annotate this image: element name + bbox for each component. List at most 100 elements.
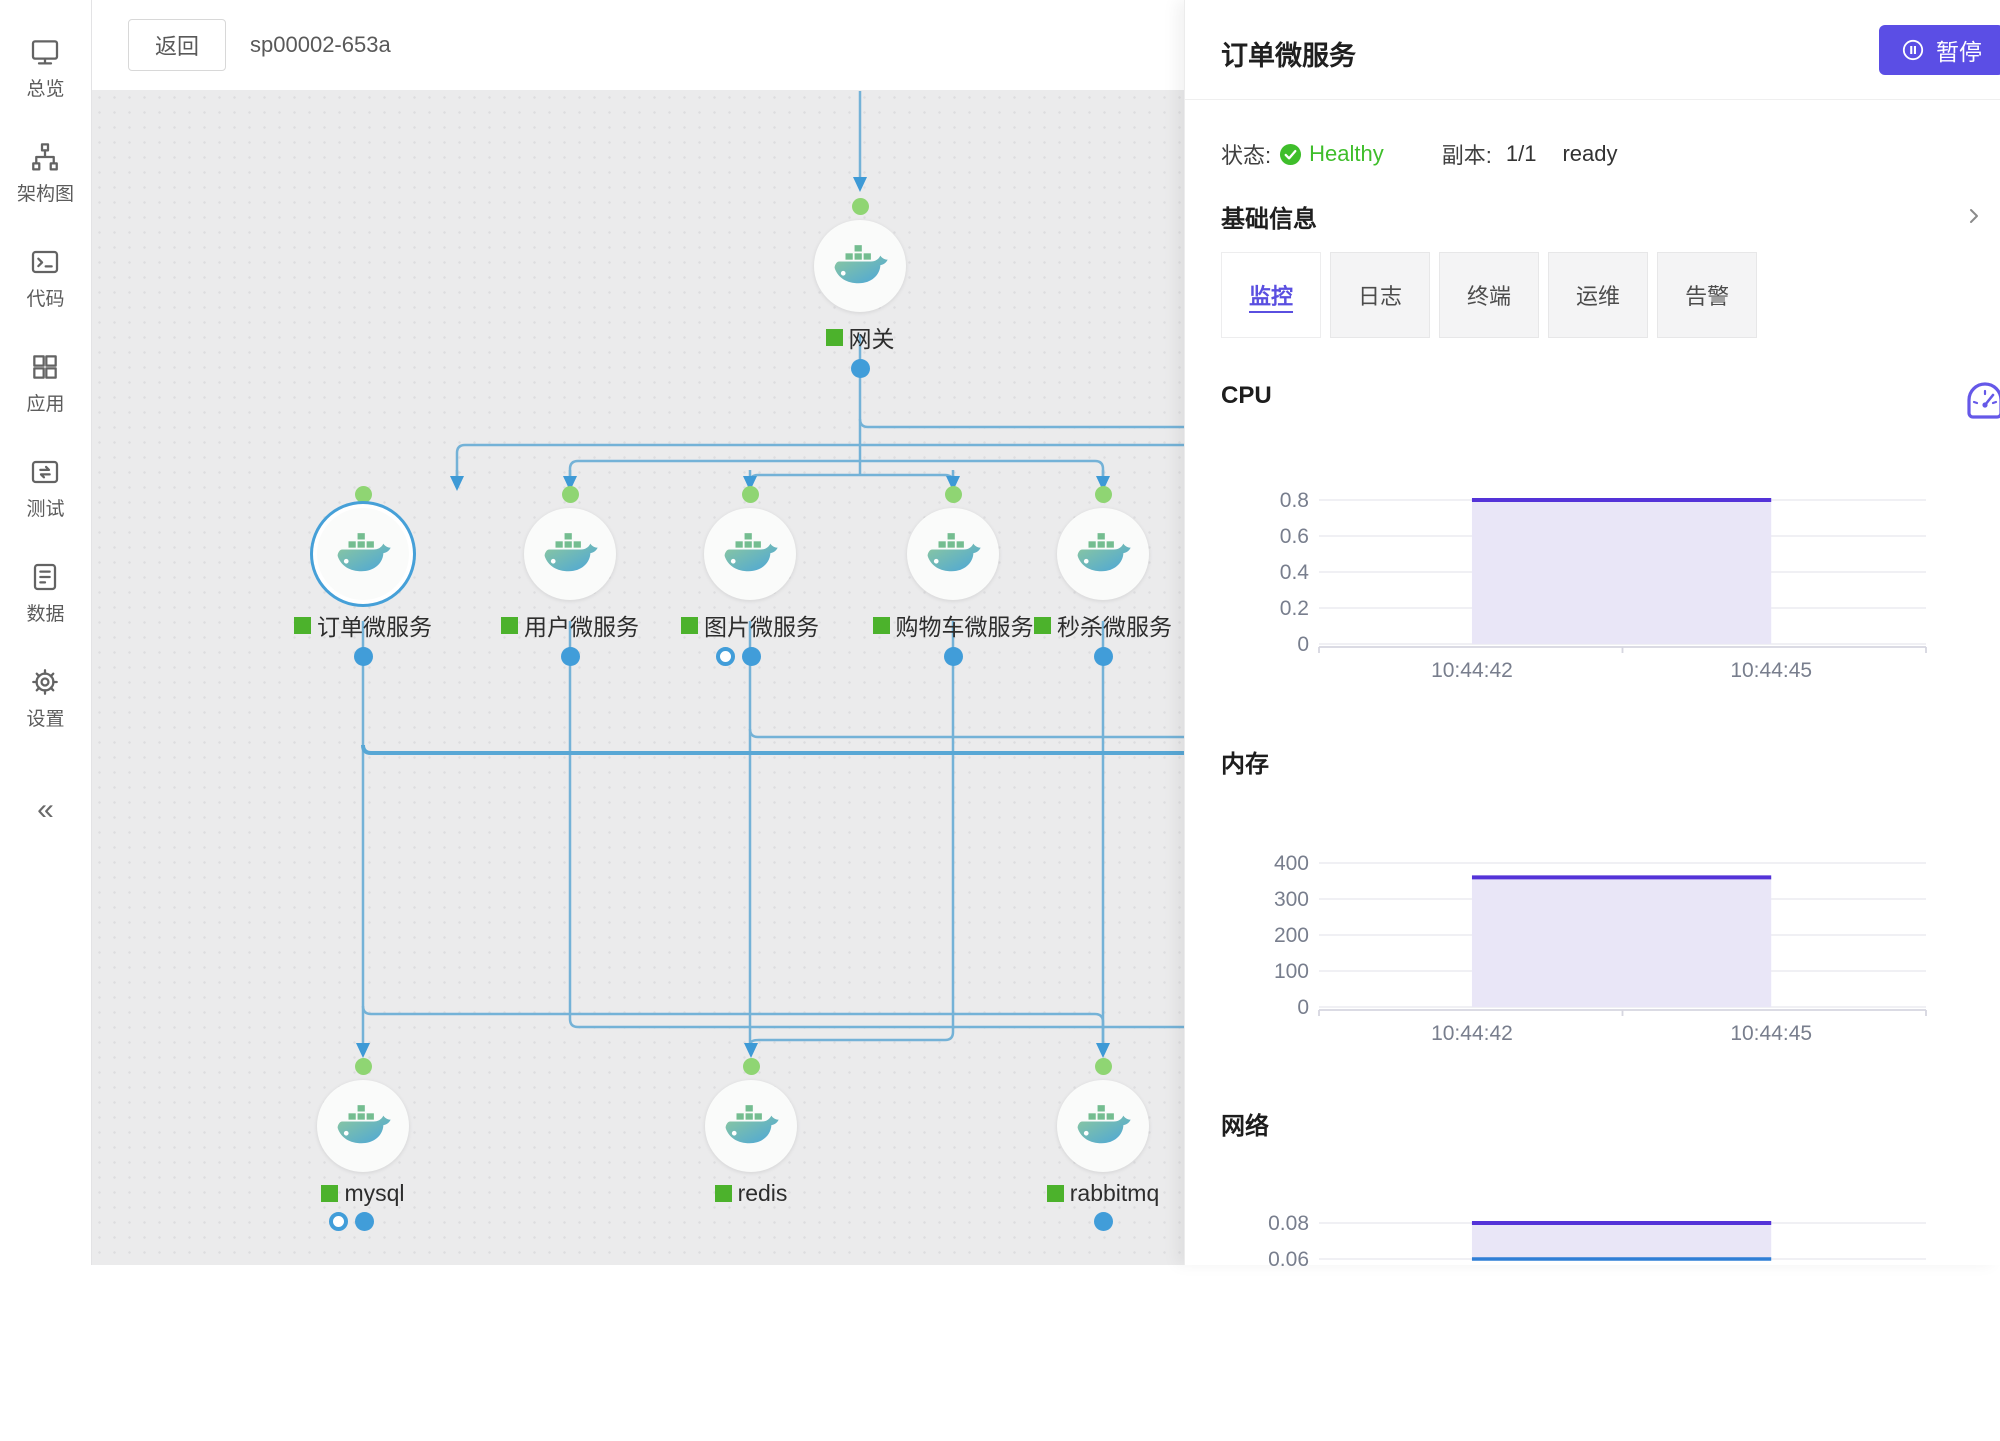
svg-text:0.08: 0.08 [1268,1212,1309,1235]
chart-1: 010020030040010:44:4210:44:45 [1221,831,1981,1081]
input-port[interactable] [852,198,869,215]
svg-text:0.6: 0.6 [1280,525,1309,548]
svg-text:10:44:42: 10:44:42 [1431,1022,1513,1045]
sidebar-item-settings[interactable]: 设置 [17,666,74,731]
output-port[interactable] [944,647,963,666]
output-port[interactable] [354,647,373,666]
input-port[interactable] [355,486,372,503]
input-port[interactable] [743,1058,760,1075]
node-ports [851,359,870,378]
status-square-icon [294,617,311,634]
diagram-node-image[interactable]: 图片微服务 [655,486,845,666]
breadcrumb: sp00002-653a [250,32,391,58]
hollow-port[interactable] [716,647,735,666]
diagram-node-order[interactable]: 订单微服务 [268,486,458,666]
container-circle[interactable] [317,1080,409,1172]
node-label: 网关 [826,320,895,354]
diagram-node-redis[interactable]: redis [656,1058,846,1212]
sidebar-item-architecture[interactable]: 架构图 [17,141,74,206]
output-port[interactable] [742,647,761,666]
svg-text:400: 400 [1274,852,1309,875]
container-circle[interactable] [814,220,906,312]
node-ports [944,647,963,666]
svg-text:0.2: 0.2 [1280,597,1309,620]
input-port[interactable] [562,486,579,503]
svg-text:200: 200 [1274,924,1309,947]
sidebar-item-apps[interactable]: 应用 [17,351,74,416]
svg-text:0: 0 [1297,996,1309,1019]
docker-whale-icon [1074,1103,1132,1149]
node-label: redis [715,1180,788,1207]
status-square-icon [1034,617,1051,634]
input-port[interactable] [945,486,962,503]
replica-label: 副本: [1442,138,1492,170]
container-circle[interactable] [1057,508,1149,600]
sidebar-item-label: 测试 [26,494,64,521]
tab-运维[interactable]: 运维 [1548,252,1648,338]
sidebar: 总览架构图代码应用测试数据设置 « [0,0,92,1265]
diagram-node-rabbitmq[interactable]: rabbitmq [1008,1058,1198,1231]
hollow-port[interactable] [329,1212,348,1231]
chevron-right-icon [1964,206,1984,226]
node-label: 订单微服务 [294,608,432,642]
input-port[interactable] [742,486,759,503]
sidebar-item-label: 总览 [26,74,64,101]
output-port[interactable] [1094,1212,1113,1231]
container-circle[interactable] [907,508,999,600]
node-ports [716,647,761,666]
node-ports [329,1212,374,1231]
check-circle-icon [1279,143,1302,166]
sidebar-item-overview[interactable]: 总览 [17,36,74,101]
gauge-icon[interactable] [1964,378,2000,422]
diagram-node-mysql[interactable]: mysql [268,1058,458,1231]
svg-text:0.8: 0.8 [1280,489,1309,512]
node-label: mysql [321,1180,404,1207]
output-port[interactable] [851,359,870,378]
container-circle[interactable] [524,508,616,600]
collapse-sidebar-icon[interactable]: « [37,793,54,827]
docker-whale-icon [541,531,599,577]
container-circle[interactable] [317,508,409,600]
gear-icon [29,666,61,698]
output-port[interactable] [355,1212,374,1231]
sidebar-item-test[interactable]: 测试 [17,456,74,521]
sidebar-item-code[interactable]: 代码 [17,246,74,311]
svg-text:300: 300 [1274,888,1309,911]
status-square-icon [501,617,518,634]
architecture-canvas[interactable]: 网关订单微服务用户微服务图片微服务购物车微服务秒杀微服务mysqlredisra… [92,90,1184,1265]
sidebar-item-label: 设置 [26,704,64,731]
diagram-node-gateway[interactable]: 网关 [765,198,955,378]
container-circle[interactable] [704,508,796,600]
output-port[interactable] [1094,647,1113,666]
input-port[interactable] [1095,1058,1112,1075]
basic-info-row[interactable]: 基础信息 [1221,196,1984,236]
pause-button-label: 暂停 [1936,33,1982,67]
input-port[interactable] [1095,486,1112,503]
docker-whale-icon [924,531,982,577]
monitor-icon [29,36,61,68]
back-button[interactable]: 返回 [128,19,226,71]
panel-title: 订单微服务 [1221,34,1356,73]
apps-icon [29,351,61,383]
sidebar-item-data[interactable]: 数据 [17,561,74,626]
chart-title-2: 网络 [1221,1106,1269,1141]
node-ports [561,647,580,666]
replica-state: ready [1562,141,1617,167]
node-label: 用户微服务 [501,608,639,642]
container-circle[interactable] [705,1080,797,1172]
test-icon [29,456,61,488]
input-port[interactable] [355,1058,372,1075]
tab-日志[interactable]: 日志 [1330,252,1430,338]
tab-终端[interactable]: 终端 [1439,252,1539,338]
diagram-node-user[interactable]: 用户微服务 [475,486,665,666]
pause-button[interactable]: 暂停 [1879,25,2000,75]
diagram-node-seckill[interactable]: 秒杀微服务 [1008,486,1198,666]
container-circle[interactable] [1057,1080,1149,1172]
database-icon [29,561,61,593]
sidebar-item-label: 应用 [26,389,64,416]
tab-监控[interactable]: 监控 [1221,252,1321,338]
tab-告警[interactable]: 告警 [1657,252,1757,338]
node-label: rabbitmq [1047,1180,1159,1207]
output-port[interactable] [561,647,580,666]
node-ports [1094,1212,1113,1231]
